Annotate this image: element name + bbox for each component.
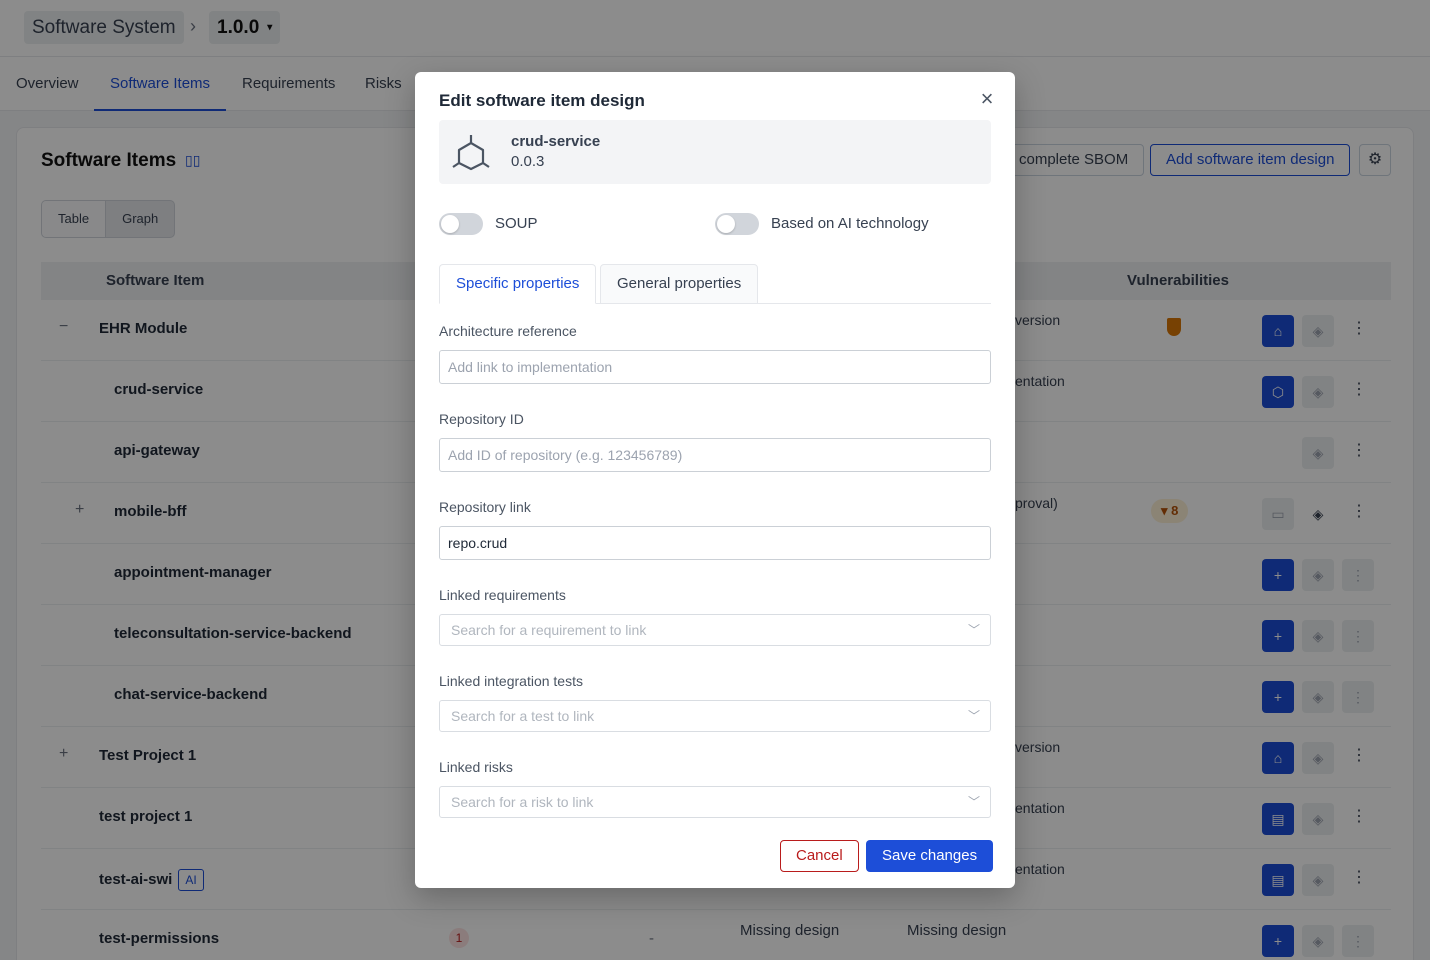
ai-technology-label: Based on AI technology: [771, 215, 929, 232]
item-name: crud-service: [511, 133, 601, 150]
architecture-reference-input[interactable]: Add link to implementation: [439, 350, 991, 384]
cancel-button[interactable]: Cancel: [780, 840, 859, 872]
chevron-down-icon: ﹀: [967, 795, 980, 809]
ai-technology-toggle[interactable]: [715, 213, 759, 235]
modal-title: Edit software item design: [439, 91, 645, 110]
linked-tests-select[interactable]: Search for a test to link ﹀: [439, 700, 991, 732]
soup-label: SOUP: [495, 215, 538, 232]
linked-requirements-select[interactable]: Search for a requirement to link ﹀: [439, 614, 991, 646]
item-summary: crud-service 0.0.3: [439, 120, 991, 184]
edit-design-modal: Edit software item design × crud-service…: [415, 72, 1015, 888]
modal-tabs: Specific properties General properties: [439, 264, 991, 304]
soup-toggle[interactable]: [439, 213, 483, 235]
tab-specific-properties[interactable]: Specific properties: [439, 264, 597, 304]
repository-id-label: Repository ID: [439, 411, 524, 427]
repository-id-input[interactable]: Add ID of repository (e.g. 123456789): [439, 438, 991, 472]
tab-general-properties[interactable]: General properties: [600, 264, 759, 304]
architecture-reference-label: Architecture reference: [439, 323, 577, 339]
chevron-down-icon: ﹀: [967, 709, 980, 723]
chevron-down-icon: ﹀: [967, 623, 980, 637]
linked-risks-select[interactable]: Search for a risk to link ﹀: [439, 786, 991, 818]
linked-risks-label: Linked risks: [439, 759, 513, 775]
repository-link-label: Repository link: [439, 499, 531, 515]
close-icon[interactable]: ×: [975, 88, 999, 112]
item-version: 0.0.3: [511, 153, 545, 170]
hexagon-molecule-icon: [452, 135, 490, 171]
linked-requirements-label: Linked requirements: [439, 587, 566, 603]
save-changes-button[interactable]: Save changes: [866, 840, 994, 872]
linked-tests-label: Linked integration tests: [439, 673, 583, 689]
repository-link-input[interactable]: repo.crud: [439, 526, 991, 560]
